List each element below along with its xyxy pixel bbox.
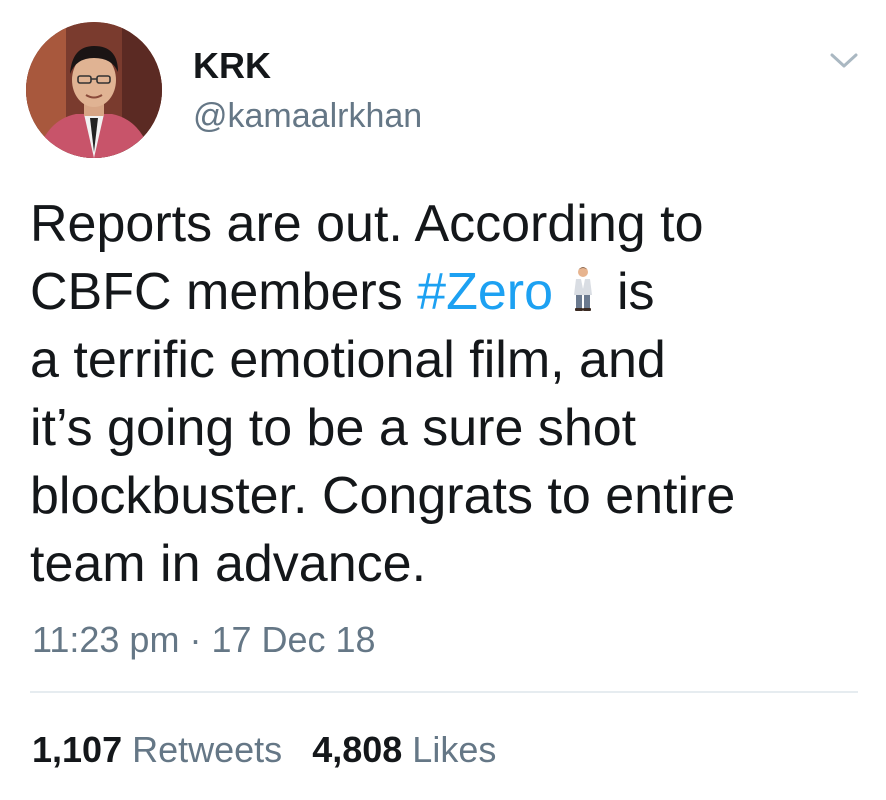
- avatar-image: [26, 22, 162, 158]
- tweet-text-segment: CBFC members: [30, 263, 418, 321]
- likes-label: Likes: [412, 729, 497, 770]
- tweet-date: 17 Dec 18: [211, 619, 376, 660]
- retweets-count: 1,107: [32, 729, 123, 770]
- tweet-text-line: a terrific emotional film, and: [30, 331, 666, 389]
- tweet-timestamp[interactable]: 11:23 pm · 17 Dec 18: [32, 616, 376, 664]
- likes-stat[interactable]: 4,808 Likes: [312, 729, 496, 770]
- divider: [30, 691, 858, 693]
- tweet-text-line: team in advance.: [30, 535, 427, 593]
- retweets-label: Retweets: [132, 729, 283, 770]
- tweet-text: Reports are out. According to CBFC membe…: [30, 190, 860, 598]
- tweet-text-line: CBFC members #Zero is: [30, 258, 860, 326]
- man-in-suit-emoji-icon: [569, 262, 597, 311]
- user-handle[interactable]: @kamaalrkhan: [193, 94, 422, 138]
- avatar[interactable]: [26, 22, 162, 158]
- retweets-stat[interactable]: 1,107 Retweets: [32, 729, 282, 770]
- tweet-time: 11:23 pm: [32, 619, 180, 660]
- meta-separator: ·: [179, 619, 212, 660]
- tweet-text-segment: is: [617, 263, 655, 321]
- tweet-text-line: blockbuster. Congrats to entire: [30, 467, 736, 525]
- tweet-detail: KRK @kamaalrkhan Reports are out. Accord…: [0, 0, 886, 800]
- display-name[interactable]: KRK: [193, 44, 271, 88]
- tweet-stats: 1,107 Retweets 4,808 Likes: [32, 726, 496, 774]
- likes-count: 4,808: [312, 729, 403, 770]
- tweet-text-line: Reports are out. According to: [30, 195, 704, 253]
- tweet-text-line: it’s going to be a sure shot: [30, 399, 637, 457]
- hashtag-link[interactable]: #Zero: [417, 263, 553, 321]
- chevron-down-icon[interactable]: [826, 46, 862, 74]
